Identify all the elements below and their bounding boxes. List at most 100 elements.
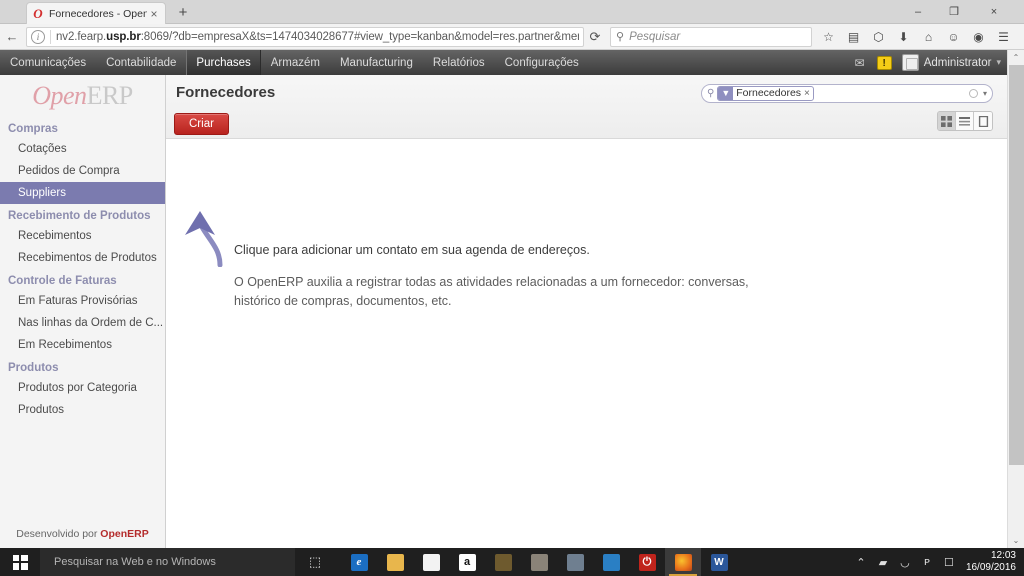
help-line-secondary: O OpenERP auxilia a registrar todas as a… <box>234 275 749 309</box>
firefox-icon <box>674 553 692 571</box>
scroll-up-icon[interactable]: ⌃ <box>1008 50 1024 65</box>
view-form-button[interactable] <box>974 112 992 130</box>
window-close-button[interactable]: × <box>978 0 1010 24</box>
menu-item-contabilidade[interactable]: Contabilidade <box>96 50 186 75</box>
task-view-icon[interactable]: ⬚ <box>295 548 335 576</box>
sidebar-item-produtos[interactable]: Produtos <box>0 399 165 421</box>
search-facet-label: Fornecedores <box>736 87 802 99</box>
search-facet[interactable]: ▼ Fornecedores × <box>717 86 814 101</box>
curved-up-arrow-icon <box>185 211 223 268</box>
sidebar-item-produtos-por-categoria[interactable]: Produtos por Categoria <box>0 377 165 399</box>
taskbar-app-file-explorer[interactable] <box>377 548 413 576</box>
sidebar-item-suppliers[interactable]: Suppliers <box>0 182 165 204</box>
wifi-icon[interactable]: ◡ <box>894 556 916 569</box>
search-clear-icon[interactable] <box>968 89 978 98</box>
browser-search-placeholder: Pesquisar <box>629 30 681 43</box>
new-tab-button[interactable]: + <box>174 4 192 22</box>
sidebar-item-pedidos-de-compra[interactable]: Pedidos de Compra <box>0 160 165 182</box>
store-icon <box>422 553 440 571</box>
menu-item-purchases[interactable]: Purchases <box>186 50 261 75</box>
sidebar-item-recebimentos[interactable]: Recebimentos <box>0 225 165 247</box>
sidebar-section-compras: Compras <box>8 123 58 135</box>
account-smiley-icon[interactable]: ☺ <box>941 25 966 49</box>
battery-icon[interactable]: ▰ <box>872 556 894 569</box>
search-view[interactable]: ⚲ ▼ Fornecedores × ▾ <box>701 84 993 103</box>
app-photos-icon <box>566 553 584 571</box>
bookmark-star-icon[interactable]: ☆ <box>816 25 841 49</box>
taskbar-app-power[interactable]: ⏻ <box>629 548 665 576</box>
menu-item-comunicacoes[interactable]: Comunicações <box>0 50 96 75</box>
chevron-down-icon[interactable]: ▾ <box>996 57 1001 68</box>
taskbar-clock[interactable]: 12:03 16/09/2016 <box>966 550 1016 574</box>
pocket-shield-icon[interactable]: ⬡ <box>866 25 891 49</box>
sidebar-item-em-faturas-provisorias[interactable]: Em Faturas Provisórias <box>0 290 165 312</box>
menu-item-configuracoes[interactable]: Configurações <box>495 50 589 75</box>
logo-erp-text: ERP <box>86 81 134 110</box>
windows-search-placeholder: Pesquisar na Web e no Windows <box>54 556 216 568</box>
address-bar[interactable]: i nv2.fearp.usp.br:8069/?db=empresaX&ts=… <box>26 26 584 47</box>
taskbar-app-word[interactable]: W <box>701 548 737 576</box>
page-scrollbar[interactable]: ⌃ ⌄ <box>1007 50 1024 548</box>
help-line-primary: Clique para adicionar um contato em sua … <box>234 243 590 257</box>
library-icon[interactable]: ▤ <box>841 25 866 49</box>
window-minimize-button[interactable]: – <box>902 0 934 24</box>
avatar <box>901 54 919 71</box>
view-list-button[interactable] <box>956 112 974 130</box>
taskbar-app-amazon[interactable]: a <box>449 548 485 576</box>
app-blue-icon <box>602 553 620 571</box>
hamburger-menu-icon[interactable]: ☰ <box>991 25 1016 49</box>
sidebar-item-em-recebimentos[interactable]: Em Recebimentos <box>0 334 165 356</box>
window-maximize-button[interactable]: ❐ <box>938 0 970 24</box>
reload-icon[interactable]: ⟳ <box>584 29 606 45</box>
footer-text: Desenvolvido por <box>16 528 101 540</box>
taskbar-app-store[interactable] <box>413 548 449 576</box>
sidebar-section-recebimento-de-produtos: Recebimento de Produtos <box>8 210 151 222</box>
sidebar-item-cotacoes[interactable]: Cotações <box>0 138 165 160</box>
app-topbar: Comunicações Contabilidade Purchases Arm… <box>0 50 1007 75</box>
windows-search-box[interactable]: Pesquisar na Web e no Windows <box>40 548 295 576</box>
search-facet-remove-icon[interactable]: × <box>804 88 813 99</box>
scrollbar-thumb[interactable] <box>1009 65 1024 465</box>
menu-item-relatorios[interactable]: Relatórios <box>423 50 495 75</box>
home-icon[interactable]: ⌂ <box>916 25 941 49</box>
openerp-favicon: O <box>33 5 43 21</box>
taskbar-app-photos[interactable] <box>557 548 593 576</box>
menu-item-manufacturing[interactable]: Manufacturing <box>330 50 423 75</box>
action-center-icon[interactable]: ☐ <box>938 556 960 569</box>
app-main-menu: Comunicações Contabilidade Purchases Arm… <box>0 50 589 75</box>
browser-tab[interactable]: O Fornecedores - OpenERP × <box>26 2 166 24</box>
tab-close-icon[interactable]: × <box>147 7 161 21</box>
scroll-down-icon[interactable]: ⌄ <box>1008 533 1024 548</box>
sidebar-item-nas-linhas-da-ordem-de-compra[interactable]: Nas linhas da Ordem de C... <box>0 312 165 334</box>
mail-envelope-icon[interactable]: ✉ <box>855 56 865 70</box>
taskbar-app-blue[interactable] <box>593 548 629 576</box>
start-button[interactable] <box>0 548 40 576</box>
browser-tab-title: Fornecedores - OpenERP <box>49 7 147 20</box>
site-info-icon[interactable]: i <box>31 29 45 44</box>
menu-item-armazem[interactable]: Armazém <box>261 50 330 75</box>
view-kanban-button[interactable] <box>938 112 956 130</box>
app-olive-icon <box>494 553 512 571</box>
taskbar-app-gray[interactable] <box>521 548 557 576</box>
back-icon[interactable]: ← <box>0 25 24 49</box>
taskbar-apps: e a ⏻ W <box>341 548 737 576</box>
form-page-icon <box>978 115 988 127</box>
browser-search-input[interactable]: ⚲ Pesquisar <box>610 26 812 47</box>
warning-badge-icon[interactable]: ! <box>876 55 892 70</box>
sync-icon[interactable]: ◉ <box>966 25 991 49</box>
user-menu-label[interactable]: Administrator <box>924 57 992 69</box>
chevron-down-icon[interactable]: ▾ <box>983 89 987 98</box>
volume-icon[interactable]: ᴘ <box>916 556 938 568</box>
create-button[interactable]: Criar <box>174 113 229 135</box>
address-bar-url: nv2.fearp.usp.br:8069/?db=empresaX&ts=14… <box>56 31 579 43</box>
footer-brand[interactable]: OpenERP <box>100 528 148 540</box>
content-body: Clique para adicionar um contato em sua … <box>166 139 1007 548</box>
sidebar-item-recebimentos-de-produtos[interactable]: Recebimentos de Produtos <box>0 247 165 269</box>
taskbar-app-firefox[interactable] <box>665 548 701 576</box>
show-hidden-icons-icon[interactable]: ⌃ <box>850 556 872 569</box>
taskbar-app-edge[interactable]: e <box>341 548 377 576</box>
browser-navbar: ← i nv2.fearp.usp.br:8069/?db=empresaX&t… <box>0 24 1024 50</box>
sidebar-section-produtos: Produtos <box>8 362 59 374</box>
taskbar-app-olive[interactable] <box>485 548 521 576</box>
downloads-icon[interactable]: ⬇ <box>891 25 916 49</box>
